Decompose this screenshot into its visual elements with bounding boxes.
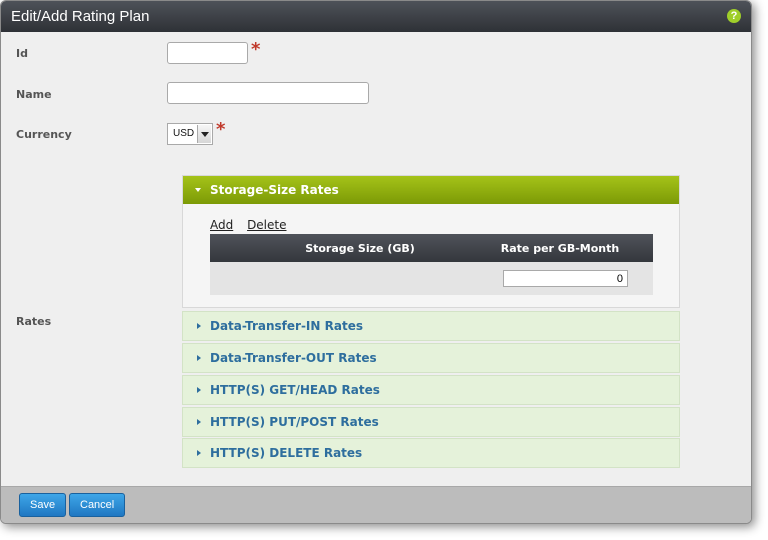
table-row[interactable] xyxy=(210,262,653,295)
http-delete-rates-panel[interactable]: HTTP(S) DELETE Rates xyxy=(182,438,680,468)
help-icon[interactable]: ? xyxy=(727,9,741,23)
panel-title: Data-Transfer-IN Rates xyxy=(210,319,363,333)
cancel-button[interactable]: Cancel xyxy=(69,493,126,517)
currency-label: Currency xyxy=(16,128,72,141)
dialog-title: Edit/Add Rating Plan xyxy=(11,8,150,25)
storage-rates-table-header: Storage Size (GB) Rate per GB-Month xyxy=(210,234,653,262)
id-input[interactable] xyxy=(167,42,248,64)
http-put-post-rates-panel[interactable]: HTTP(S) PUT/POST Rates xyxy=(182,407,680,437)
storage-size-rates-header[interactable]: Storage-Size Rates xyxy=(183,176,679,204)
panel-title: HTTP(S) GET/HEAD Rates xyxy=(210,383,380,397)
caret-right-icon xyxy=(197,355,201,361)
save-button[interactable]: Save xyxy=(19,493,67,517)
id-required-mark: * xyxy=(251,39,261,60)
currency-select[interactable]: USD xyxy=(167,123,213,145)
data-transfer-out-rates-panel[interactable]: Data-Transfer-OUT Rates xyxy=(182,343,680,373)
column-header-storage-size: Storage Size (GB) xyxy=(305,242,415,255)
rate-per-gb-month-input[interactable] xyxy=(503,270,628,287)
chevron-down-icon[interactable] xyxy=(197,125,211,143)
caret-right-icon xyxy=(197,450,201,456)
delete-rate-link[interactable]: Delete xyxy=(247,218,286,232)
http-get-head-rates-panel[interactable]: HTTP(S) GET/HEAD Rates xyxy=(182,375,680,405)
caret-down-icon xyxy=(195,188,201,192)
storage-size-rates-title: Storage-Size Rates xyxy=(210,183,339,197)
caret-right-icon xyxy=(197,419,201,425)
panel-title: Data-Transfer-OUT Rates xyxy=(210,351,377,365)
storage-actions: Add Delete xyxy=(210,218,297,232)
dialog-titlebar: Edit/Add Rating Plan ? xyxy=(1,1,751,32)
currency-required-mark: * xyxy=(216,119,226,140)
currency-select-value: USD xyxy=(173,128,195,139)
rating-plan-dialog: Edit/Add Rating Plan ? Id * Name Currenc… xyxy=(0,0,752,524)
id-label: Id xyxy=(16,47,28,60)
storage-size-rates-panel: Storage-Size Rates Add Delete Storage Si… xyxy=(182,175,680,308)
column-header-rate: Rate per GB-Month xyxy=(500,242,620,255)
name-input[interactable] xyxy=(167,82,369,104)
caret-right-icon xyxy=(197,323,201,329)
caret-right-icon xyxy=(197,387,201,393)
panel-title: HTTP(S) DELETE Rates xyxy=(210,446,363,460)
data-transfer-in-rates-panel[interactable]: Data-Transfer-IN Rates xyxy=(182,311,680,341)
add-rate-link[interactable]: Add xyxy=(210,218,233,232)
storage-rates-table: Storage Size (GB) Rate per GB-Month xyxy=(210,234,653,295)
dialog-footer: Save Cancel xyxy=(1,486,751,523)
rates-label: Rates xyxy=(16,315,52,328)
panel-title: HTTP(S) PUT/POST Rates xyxy=(210,415,379,429)
name-label: Name xyxy=(16,88,52,101)
